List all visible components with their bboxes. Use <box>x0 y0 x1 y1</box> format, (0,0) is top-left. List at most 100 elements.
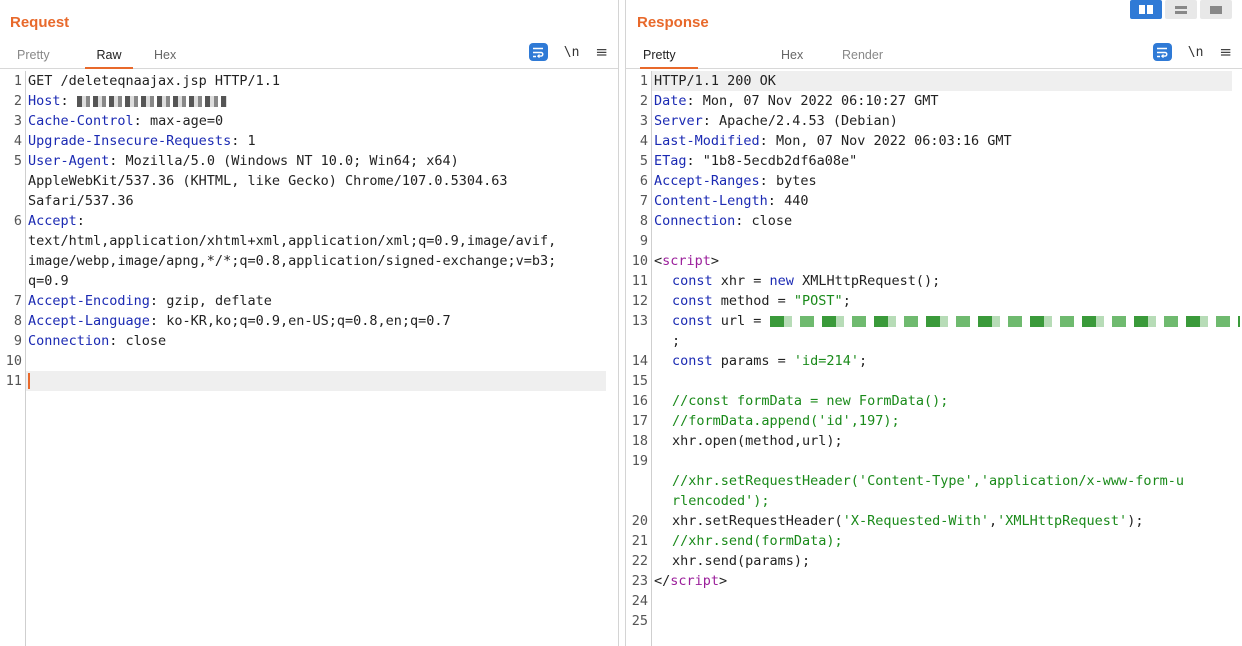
request-editor[interactable]: 1 GET /deleteqnaajax.jsp HTTP/1.1 2 Host: 3… <box>0 71 618 646</box>
layout-side-by-side-icon[interactable] <box>1130 0 1162 19</box>
header-separator: : <box>109 153 126 169</box>
header-value: max-age=0 <box>149 113 224 129</box>
tab-hex[interactable]: Hex <box>151 48 179 69</box>
code-line: 6 Accept: <box>0 211 618 231</box>
header-separator: : <box>133 113 150 129</box>
code-line: 8 Connection: close <box>626 211 1242 231</box>
code-line: 6 Accept-Ranges: bytes <box>626 171 1242 191</box>
code-line: 9 Connection: close <box>0 331 618 351</box>
header-separator: : <box>109 333 126 349</box>
header-separator: : <box>759 133 776 149</box>
header-name: ETag <box>654 153 687 169</box>
pane-splitter[interactable] <box>618 0 626 646</box>
response-pane: Response Pretty Hex Render \n ≡ 1 HTTP/1.… <box>626 0 1242 646</box>
header-value: ko-KR,ko;q=0.9,en-US;q=0.8,en;q=0.7 <box>166 313 451 329</box>
line-number: 2 <box>639 93 648 109</box>
code-line: 25 <box>631 613 648 629</box>
tab-render[interactable]: Render <box>839 48 886 69</box>
header-name: Accept-Language <box>28 313 150 329</box>
code-line: 9 <box>639 233 648 249</box>
code-line: 5 User-Agent: Mozilla/5.0 (Windows NT 10.… <box>0 151 618 171</box>
header-value: gzip, deflate <box>166 293 272 309</box>
header-name: Upgrade-Insecure-Requests <box>28 133 232 149</box>
hamburger-menu-icon[interactable]: ≡ <box>595 43 608 61</box>
layout-switcher <box>1130 0 1232 19</box>
code-line: AppleWebKit/537.36 (KHTML, like Gecko) C… <box>0 171 618 191</box>
header-value: GET /deleteqnaajax.jsp HTTP/1.1 <box>28 73 280 89</box>
header-value: 1 <box>247 133 256 149</box>
tab-pretty[interactable]: Pretty <box>14 48 53 69</box>
code-line: 4 Upgrade-Insecure-Requests: 1 <box>0 131 618 151</box>
request-pane: Request Pretty Raw Hex \n ≡ 1 GET /delete… <box>0 0 618 646</box>
code-line: 10 <script> <box>631 253 720 269</box>
line-number: 11 <box>5 373 22 389</box>
response-editor[interactable]: 1 HTTP/1.1 200 OK 2 Date: Mon, 07 Nov 2022 … <box>626 71 1242 646</box>
code-line: ; <box>672 333 681 349</box>
response-title: Response <box>637 14 709 31</box>
header-separator: : <box>686 93 703 109</box>
line-number: 4 <box>13 133 22 149</box>
line-number: 6 <box>639 173 648 189</box>
line-number: 7 <box>639 193 648 209</box>
header-separator: : <box>149 293 167 309</box>
code-line: 7 Content-Length: 440 <box>626 191 1242 211</box>
header-separator: : <box>759 173 776 189</box>
show-newlines-toggle[interactable]: \n <box>564 45 580 60</box>
layout-stacked-icon[interactable] <box>1165 0 1197 19</box>
code-line: 22 xhr.send(params); <box>631 553 811 569</box>
line-number: 10 <box>5 353 22 369</box>
header-name: Accept-Encoding <box>28 293 150 309</box>
code-line: 4 Last-Modified: Mon, 07 Nov 2022 06:03:1… <box>626 131 1242 151</box>
header-name: Accept <box>28 213 77 229</box>
code-line: image/webp,image/apng,*/*;q=0.8,applicat… <box>0 251 618 271</box>
header-value: Mon, 07 Nov 2022 06:03:16 GMT <box>775 133 1012 149</box>
code-line: 15 <box>631 373 648 389</box>
code-line: 12 const method = "POST"; <box>631 293 851 309</box>
show-newlines-toggle[interactable]: \n <box>1188 45 1204 60</box>
header-separator: : <box>231 133 248 149</box>
hamburger-menu-icon[interactable]: ≡ <box>1219 43 1232 61</box>
code-line: 1 HTTP/1.1 200 OK <box>640 71 1232 91</box>
header-value: Mon, 07 Nov 2022 06:10:27 GMT <box>702 93 939 109</box>
code-line: 1 GET /deleteqnaajax.jsp HTTP/1.1 <box>0 71 618 91</box>
code-line: 3 Server: Apache/2.4.53 (Debian) <box>626 111 1242 131</box>
line-number: 8 <box>639 213 648 229</box>
code-line: 2 Host: <box>0 91 618 111</box>
header-value: "1b8-5ecdb2df6a08e" <box>702 153 858 169</box>
code-line: 17//formData.append('id',197); <box>631 413 900 429</box>
tab-raw[interactable]: Raw <box>85 48 133 69</box>
code-line: 2 Date: Mon, 07 Nov 2022 06:10:27 GMT <box>626 91 1242 111</box>
code-line: 5 ETag: "1b8-5ecdb2df6a08e" <box>626 151 1242 171</box>
layout-tabs-icon[interactable] <box>1200 0 1232 19</box>
header-name: Cache-Control <box>28 113 134 129</box>
code-line: q=0.9 <box>0 271 618 291</box>
header-name: Host <box>28 93 61 109</box>
word-wrap-icon[interactable] <box>528 43 548 61</box>
code-line: 16//const formData = new FormData(); <box>631 393 949 409</box>
code-line: 10 <box>0 351 618 371</box>
line-number: 4 <box>639 133 648 149</box>
header-value: Safari/537.36 <box>28 193 134 209</box>
header-value: bytes <box>775 173 817 189</box>
line-number: 3 <box>13 113 22 129</box>
code-line: 8 Accept-Language: ko-KR,ko;q=0.9,en-US;q… <box>0 311 618 331</box>
tab-hex[interactable]: Hex <box>778 48 806 69</box>
header-name: Last-Modified <box>654 133 760 149</box>
code-line: 11 const xhr = new XMLHttpRequest(); <box>631 273 941 289</box>
code-line: 19 <box>631 453 648 469</box>
line-number: 3 <box>639 113 648 129</box>
header-value: 440 <box>784 193 809 209</box>
header-name: Connection <box>28 333 110 349</box>
code-line: 21//xhr.send(formData); <box>631 533 843 549</box>
header-value: AppleWebKit/537.36 (KHTML, like Gecko) C… <box>28 173 508 189</box>
code-line: Safari/537.36 <box>0 191 618 211</box>
tab-pretty[interactable]: Pretty <box>640 48 698 69</box>
code-line: 13const url = ' <box>626 311 1242 331</box>
header-value: image/webp,image/apng,*/*;q=0.8,applicat… <box>28 253 557 269</box>
code-line: text/html,application/xhtml+xml,applicat… <box>0 231 618 251</box>
word-wrap-icon[interactable] <box>1152 43 1172 61</box>
request-title: Request <box>10 14 70 31</box>
code-line: 18 xhr.open(method,url); <box>631 433 843 449</box>
header-separator: : <box>702 113 720 129</box>
header-value: q=0.9 <box>28 273 69 289</box>
